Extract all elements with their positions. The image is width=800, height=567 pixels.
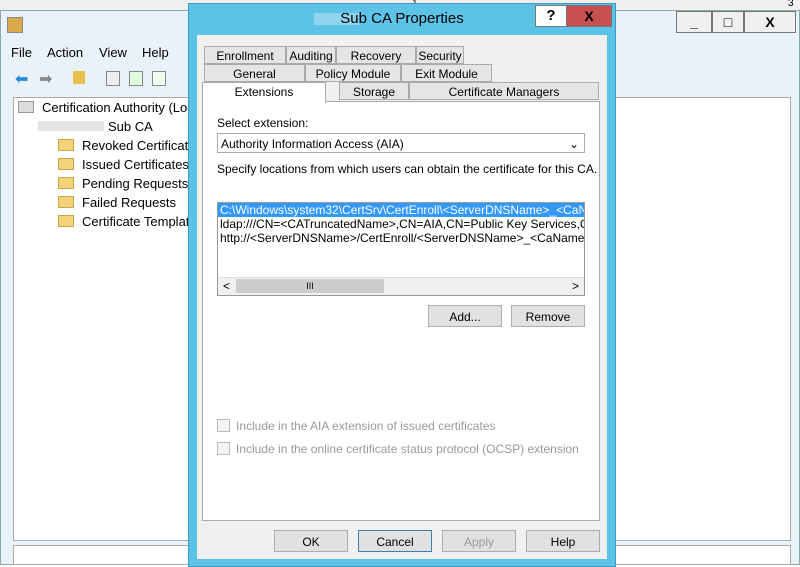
tab-exit-module[interactable]: Exit Module: [401, 64, 492, 82]
scroll-thumb[interactable]: III: [236, 279, 384, 293]
tab-enrollment-agents[interactable]: Enrollment Agents: [204, 46, 286, 81]
tab-recovery-agents[interactable]: Recovery Agents: [336, 46, 416, 81]
remove-button[interactable]: Remove: [511, 305, 585, 327]
folder-icon: [58, 215, 74, 227]
tree-label: Issued Certificates: [82, 157, 189, 172]
tree-root[interactable]: Certification Authority (Loc: [18, 100, 194, 115]
tab-policy-module[interactable]: Policy Module: [305, 64, 401, 82]
maximize-button[interactable]: □: [712, 11, 744, 33]
help-dialog-button[interactable]: Help: [526, 530, 600, 552]
tree-item-templates[interactable]: Certificate Templates: [58, 214, 203, 229]
tree-label: Failed Requests: [82, 195, 176, 210]
ocsp-checkbox[interactable]: Include in the online certificate status…: [217, 442, 579, 456]
select-value: Authority Information Access (AIA): [221, 137, 404, 151]
list-item[interactable]: http://<ServerDNSName>/CertEnroll/<Serve…: [218, 231, 584, 245]
dialog-body: Enrollment Agents Auditing Recovery Agen…: [197, 35, 607, 559]
tree-item-failed[interactable]: Failed Requests: [58, 195, 176, 210]
ok-button[interactable]: OK: [274, 530, 348, 552]
folder-icon: [58, 139, 74, 151]
folder-icon: [58, 196, 74, 208]
tree-ca[interactable]: Sub CA: [38, 119, 153, 134]
redacted-name: [38, 121, 104, 131]
cancel-button[interactable]: Cancel: [358, 530, 432, 552]
scroll-right-icon[interactable]: >: [572, 279, 579, 293]
extension-select[interactable]: Authority Information Access (AIA) ⌄: [217, 133, 585, 153]
tab-security[interactable]: Security: [416, 46, 464, 64]
tab-storage[interactable]: Storage: [339, 82, 409, 100]
help-button[interactable]: ?: [535, 5, 567, 27]
scroll-left-icon[interactable]: <: [223, 279, 230, 293]
ca-icon: [18, 101, 34, 113]
folder-icon: [58, 158, 74, 170]
apply-button[interactable]: Apply: [442, 530, 516, 552]
tree-item-pending[interactable]: Pending Requests: [58, 176, 188, 191]
export-icon[interactable]: [152, 71, 166, 86]
menu-action[interactable]: Action: [47, 45, 83, 60]
folder-icon: [58, 177, 74, 189]
tab-certificate-managers[interactable]: Certificate Managers: [409, 82, 599, 100]
tree-ca-label: Sub CA: [108, 119, 153, 134]
list-item[interactable]: ldap:///CN=<CATruncatedName>,CN=AIA,CN=P…: [218, 217, 584, 231]
horizontal-scrollbar[interactable]: < III >: [218, 277, 584, 295]
checkbox-label: Include in the online certificate status…: [236, 442, 579, 456]
tree-root-label: Certification Authority (Loc: [42, 100, 194, 115]
select-label: Select extension:: [217, 116, 309, 130]
description: Specify locations from which users can o…: [217, 162, 598, 176]
forward-icon[interactable]: ➡: [39, 69, 52, 89]
app-icon: [7, 17, 23, 33]
up-folder-icon[interactable]: [73, 71, 85, 84]
menu-view[interactable]: View: [99, 45, 127, 60]
tab-general[interactable]: General: [204, 64, 305, 82]
tree-label: Certificate Templates: [82, 214, 204, 229]
checkbox-label: Include in the AIA extension of issued c…: [236, 419, 496, 433]
extensions-panel: Select extension: Authority Information …: [202, 101, 600, 521]
tree-item-issued[interactable]: Issued Certificates: [58, 157, 189, 172]
refresh-icon[interactable]: [129, 71, 143, 86]
minimize-button[interactable]: _: [676, 11, 712, 33]
tree-label: Revoked Certificates: [82, 138, 202, 153]
tree-label: Pending Requests: [82, 176, 189, 191]
aia-checkbox[interactable]: Include in the AIA extension of issued c…: [217, 419, 496, 433]
menu-help[interactable]: Help: [142, 45, 169, 60]
back-icon[interactable]: ⬅: [15, 69, 28, 89]
menu-file[interactable]: File: [11, 45, 32, 60]
tab-auditing[interactable]: Auditing: [286, 46, 336, 64]
add-button[interactable]: Add...: [428, 305, 502, 327]
chevron-down-icon: ⌄: [568, 137, 579, 151]
list-item[interactable]: C:\Windows\system32\CertSrv\CertEnroll\<…: [218, 203, 584, 217]
locations-list[interactable]: C:\Windows\system32\CertSrv\CertEnroll\<…: [217, 202, 585, 296]
properties-dialog: Sub CA Properties ? X Enrollment Agents …: [188, 3, 616, 567]
properties-icon[interactable]: [106, 71, 120, 86]
close-button[interactable]: X: [566, 5, 612, 27]
close-button[interactable]: X: [744, 11, 796, 33]
tree-item-revoked[interactable]: Revoked Certificates: [58, 138, 202, 153]
marker: 3: [788, 0, 794, 9]
tab-extensions[interactable]: Extensions: [202, 82, 326, 103]
